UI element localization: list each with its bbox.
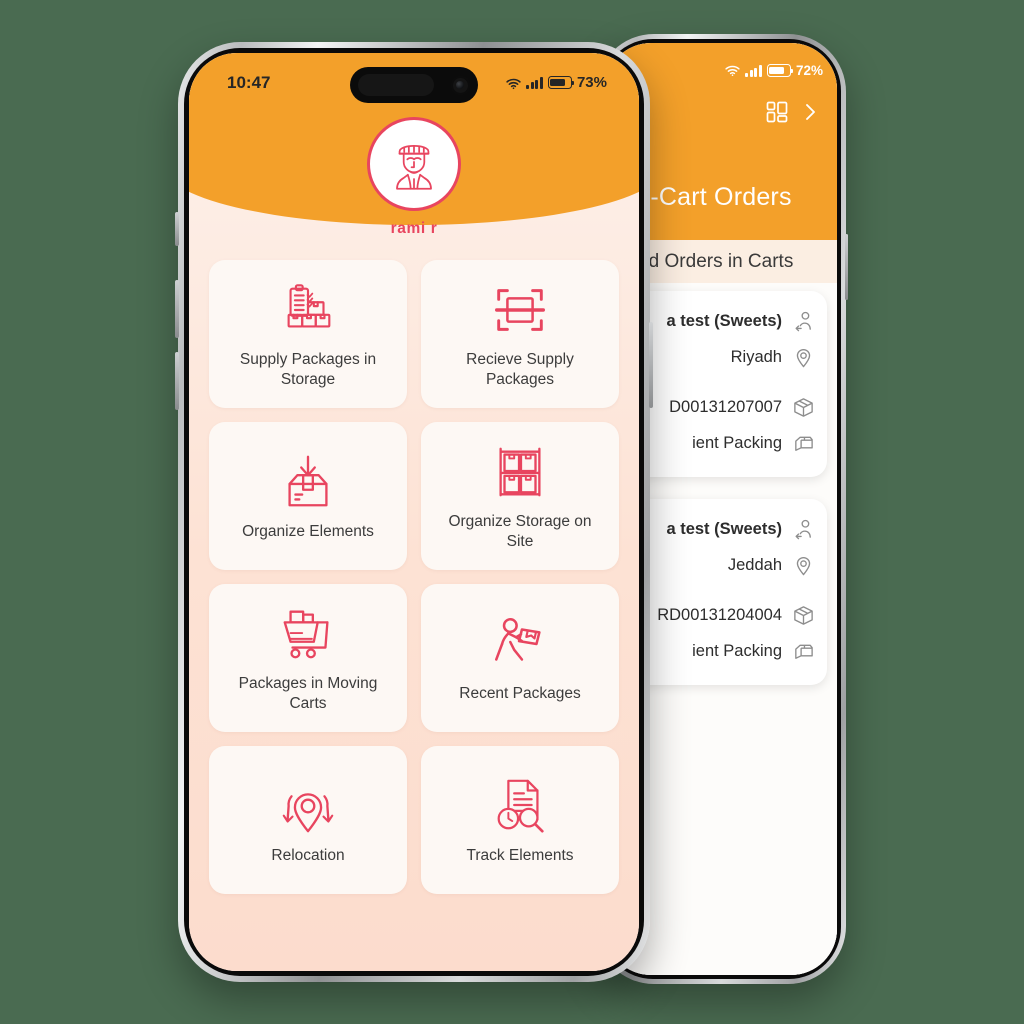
order-status-row: ient Packing (627, 633, 815, 669)
order-city-label: Jeddah (727, 555, 782, 574)
phone-left-screen: 10:47 73% rami r Supply Packages in Stor… (189, 53, 639, 971)
cellular-signal-icon (526, 76, 543, 89)
battery-icon (766, 64, 794, 77)
tile-recieve-supply-packages[interactable]: Recieve Supply Packages (421, 260, 619, 408)
front-camera (451, 75, 470, 95)
grid-dashboard-icon[interactable] (766, 101, 788, 123)
tile-label: Packages in Moving Carts (238, 675, 378, 712)
tile-track-elements[interactable]: Track Elements (421, 746, 619, 894)
tile-label: Organize Storage on Site (448, 513, 592, 550)
tile-label: Organize Elements (242, 522, 374, 540)
order-code-row: D00131207007 (627, 389, 815, 425)
person-arrow-icon (792, 518, 815, 541)
order-customer-label: a test (Sweets) (666, 311, 782, 330)
order-code-label: RD00131204004 (657, 605, 782, 624)
mute-switch[interactable] (175, 212, 179, 246)
right-status-bar: 72% (725, 63, 823, 78)
packing-icon (792, 640, 815, 663)
left-status-bar: 73% (506, 74, 607, 91)
scan-package-icon (489, 279, 551, 341)
document-clock-search-icon (489, 775, 551, 837)
chevron-right-icon[interactable] (802, 101, 819, 123)
power-button-right[interactable] (845, 234, 848, 300)
wifi-icon (506, 77, 522, 90)
volume-up-button[interactable] (175, 280, 179, 338)
order-status-label: ient Packing (692, 641, 782, 660)
cellular-signal-icon (745, 64, 762, 77)
tile-organize-elements[interactable]: Organize Elements (209, 422, 407, 570)
location-pin-icon (792, 346, 815, 369)
island-speaker (358, 74, 434, 96)
tile-packages-in-moving-carts[interactable]: Packages in Moving Carts (209, 584, 407, 732)
person-arrow-icon (792, 310, 815, 333)
tile-label: Relocation (271, 846, 345, 864)
package-box-icon (792, 604, 815, 627)
scene: 72% -Cart Orders d Orders in Carts a tes… (0, 0, 1024, 1024)
volume-down-button[interactable] (175, 352, 179, 410)
tile-label: Track Elements (466, 846, 574, 864)
phone-left-device: 10:47 73% rami r Supply Packages in Stor… (175, 42, 653, 982)
tile-organize-storage-on-site[interactable]: Organize Storage on Site (421, 422, 619, 570)
user-name: rami r (390, 220, 438, 237)
tile-label: Supply Packages in Storage (239, 351, 377, 388)
dynamic-island (350, 67, 478, 103)
worker-avatar-icon (381, 131, 447, 197)
card-spacer (627, 375, 815, 389)
card-spacer (627, 583, 815, 597)
right-toolbar (766, 101, 819, 123)
order-code-label: D00131207007 (669, 397, 782, 416)
tile-relocation[interactable]: Relocation (209, 746, 407, 894)
location-pin-icon (792, 554, 815, 577)
order-city-row: Riyadh (627, 339, 815, 375)
shelf-boxes-icon (489, 441, 551, 503)
order-customer-row: a test (Sweets) (627, 511, 815, 547)
worker-carrying-box-icon (489, 613, 551, 675)
battery-icon (547, 76, 575, 89)
order-customer-row: a test (Sweets) (627, 303, 815, 339)
order-city-label: Riyadh (730, 347, 782, 366)
clipboard-boxes-icon (277, 279, 339, 341)
avatar[interactable] (367, 117, 461, 211)
battery-percent-label: 73% (576, 74, 607, 91)
order-code-row: RD00131204004 (627, 597, 815, 633)
power-button-left[interactable] (649, 322, 653, 408)
order-customer-label: a test (Sweets) (666, 519, 782, 538)
battery-percent-label: 72% (795, 63, 823, 78)
packing-icon (792, 432, 815, 455)
wifi-icon (725, 65, 741, 77)
order-status-row: ient Packing (627, 425, 815, 461)
menu-grid: Supply Packages in Storage Recieve Suppl… (209, 260, 619, 894)
tile-supply-packages-in-storage[interactable]: Supply Packages in Storage (209, 260, 407, 408)
shopping-cart-icon (277, 603, 339, 665)
tile-label: Recent Packages (459, 684, 581, 702)
location-relocate-icon (277, 775, 339, 837)
status-time: 10:47 (227, 73, 271, 92)
package-box-icon (792, 396, 815, 419)
right-subtitle: d Orders in Carts (648, 250, 794, 272)
box-arrow-down-icon (277, 451, 339, 513)
tile-label: Recieve Supply Packages (466, 351, 574, 388)
order-city-row: Jeddah (627, 547, 815, 583)
tile-recent-packages[interactable]: Recent Packages (421, 584, 619, 732)
order-status-label: ient Packing (692, 433, 782, 452)
